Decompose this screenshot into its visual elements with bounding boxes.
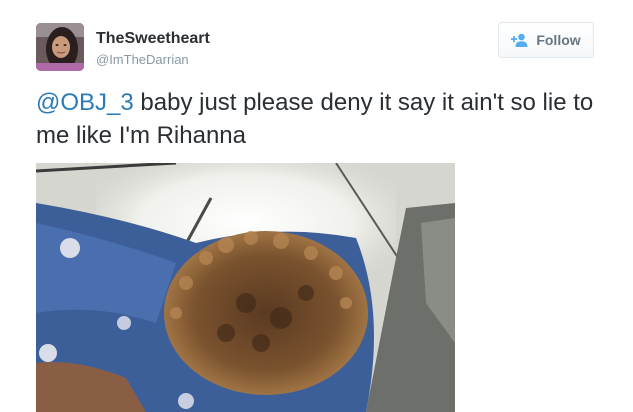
display-name[interactable]: TheSweetheart	[96, 29, 210, 49]
follow-button[interactable]: Follow	[498, 22, 594, 58]
tweet-photo[interactable]	[36, 163, 455, 412]
add-user-icon	[511, 33, 529, 47]
mention-link[interactable]: @OBJ_3	[36, 89, 134, 116]
tweet-text: @OBJ_3 baby just please deny it say it a…	[36, 86, 606, 152]
user-handle[interactable]: @ImTheDarrian	[96, 52, 189, 68]
user-avatar[interactable]	[36, 23, 84, 71]
tweet-card: TheSweetheart @ImTheDarrian Follow @OBJ_…	[0, 0, 633, 412]
follow-button-label: Follow	[536, 32, 581, 48]
